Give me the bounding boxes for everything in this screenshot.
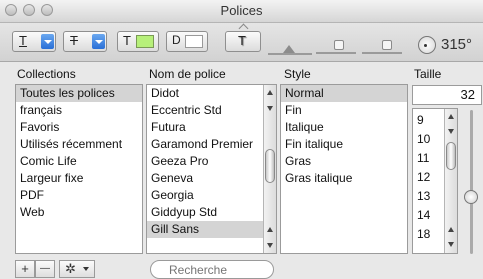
shadow-blur-slider[interactable] xyxy=(316,40,356,60)
scroll-down-icon[interactable] xyxy=(445,237,457,251)
collection-item[interactable]: Toutes les polices xyxy=(16,85,142,102)
chevron-down-icon xyxy=(92,34,105,49)
scroll-up-icon[interactable] xyxy=(264,86,276,100)
font-item[interactable]: Geeza Pro xyxy=(147,153,263,170)
window-title: Polices xyxy=(220,3,263,18)
document-icon: D xyxy=(172,33,181,47)
font-item[interactable]: Georgia xyxy=(147,187,263,204)
style-item[interactable]: Italique xyxy=(281,119,407,136)
shadow-toggle-button[interactable]: T xyxy=(225,31,261,52)
size-item[interactable]: 14 xyxy=(413,206,443,225)
style-header: Style xyxy=(284,67,311,81)
rotation-value: 315° xyxy=(441,36,473,53)
font-list-scrollbar[interactable] xyxy=(263,85,276,253)
scroll-up-icon[interactable] xyxy=(445,223,457,237)
rotation-dial[interactable] xyxy=(418,36,436,54)
scroll-up-icon[interactable] xyxy=(264,223,276,237)
size-header: Taille xyxy=(414,67,442,81)
size-item[interactable]: 10 xyxy=(413,130,443,149)
slider-knob-icon[interactable] xyxy=(464,190,478,204)
style-item[interactable]: Gras italique xyxy=(281,170,407,187)
strikethrough-popup-button[interactable]: T xyxy=(63,31,107,52)
shadow-opacity-slider[interactable] xyxy=(268,45,312,59)
slider-knob-icon xyxy=(283,45,295,53)
style-item[interactable]: Normal xyxy=(281,85,407,102)
collection-item[interactable]: Utilisés récemment xyxy=(16,136,142,153)
font-name-header: Nom de police xyxy=(149,67,226,81)
strikethrough-icon: T xyxy=(70,33,78,48)
text-color-icon: T xyxy=(123,33,131,48)
collections-list[interactable]: Toutes les polices français Favoris Util… xyxy=(15,84,143,254)
chevron-down-icon xyxy=(41,34,54,49)
collection-item[interactable]: PDF xyxy=(16,187,142,204)
shadow-icon: T xyxy=(238,33,246,48)
scroll-down-icon[interactable] xyxy=(445,124,457,138)
slider-knob-icon xyxy=(334,40,344,50)
collection-item[interactable]: Favoris xyxy=(16,119,142,136)
add-collection-button[interactable]: + xyxy=(15,260,35,278)
search-input[interactable] xyxy=(150,260,274,279)
size-item[interactable]: 11 xyxy=(413,149,443,168)
slider-knob-icon xyxy=(382,40,392,50)
font-item[interactable]: Futura xyxy=(147,119,263,136)
scroll-down-icon[interactable] xyxy=(264,101,276,115)
dial-indicator-icon xyxy=(424,44,427,47)
size-item[interactable]: 12 xyxy=(413,168,443,187)
font-item[interactable]: Garamond Premier xyxy=(147,136,263,153)
collections-header: Collections xyxy=(17,67,76,81)
size-item[interactable]: 18 xyxy=(413,225,443,244)
action-menu-button[interactable]: ✲ xyxy=(59,260,95,278)
collection-item[interactable]: Comic Life xyxy=(16,153,142,170)
remove-collection-button[interactable]: — xyxy=(35,260,55,278)
font-item[interactable]: Gill Sans xyxy=(147,221,263,238)
collection-item[interactable]: Web xyxy=(16,204,142,221)
scroll-down-icon[interactable] xyxy=(264,238,276,252)
text-color-swatch xyxy=(136,35,154,48)
style-item[interactable]: Fin italique xyxy=(281,136,407,153)
font-item[interactable]: Giddyup Std xyxy=(147,204,263,221)
collection-item[interactable]: Largeur fixe xyxy=(16,170,142,187)
document-color-swatch xyxy=(185,35,203,48)
scroll-thumb[interactable] xyxy=(446,142,456,170)
size-list-scrollbar[interactable] xyxy=(444,109,457,253)
size-list[interactable]: 9 10 11 12 13 14 18 xyxy=(412,108,458,254)
size-item[interactable]: 9 xyxy=(413,111,443,130)
style-item[interactable]: Gras xyxy=(281,153,407,170)
shadow-offset-slider[interactable] xyxy=(362,40,402,60)
size-slider[interactable] xyxy=(462,110,482,254)
text-color-button[interactable]: T xyxy=(117,31,159,52)
scroll-up-icon[interactable] xyxy=(445,110,457,124)
font-item[interactable]: Eccentric Std xyxy=(147,102,263,119)
font-item[interactable]: Didot xyxy=(147,85,263,102)
size-item[interactable]: 13 xyxy=(413,187,443,206)
search-field[interactable] xyxy=(150,260,274,279)
font-item[interactable]: Geneva xyxy=(147,170,263,187)
underline-popup-button[interactable]: T xyxy=(12,31,56,52)
gear-icon: ✲ xyxy=(65,261,76,276)
style-list[interactable]: Normal Fin Italique Fin italique Gras Gr… xyxy=(280,84,408,254)
document-color-button[interactable]: D xyxy=(166,31,208,52)
font-name-list[interactable]: Didot Eccentric Std Futura Garamond Prem… xyxy=(146,84,277,254)
collection-item[interactable]: français xyxy=(16,102,142,119)
chevron-down-icon xyxy=(83,267,89,271)
underline-icon: T xyxy=(19,33,27,48)
scroll-thumb[interactable] xyxy=(265,149,275,183)
size-input[interactable]: 32 xyxy=(412,85,482,105)
style-item[interactable]: Fin xyxy=(281,102,407,119)
